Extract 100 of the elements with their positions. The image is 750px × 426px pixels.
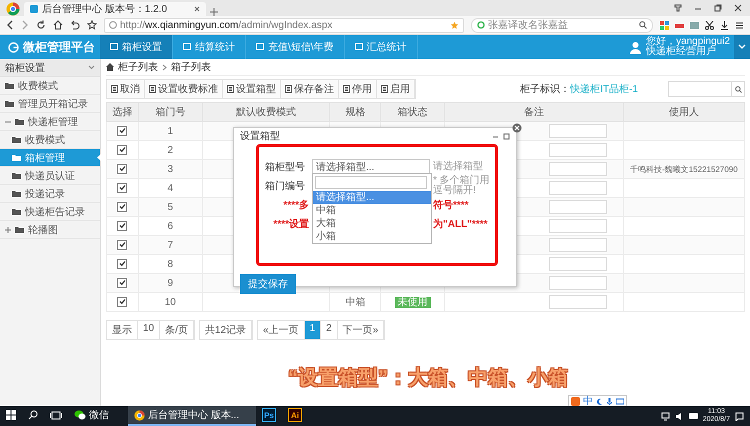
remark-field[interactable] (549, 238, 608, 252)
notification-icon[interactable] (735, 412, 744, 420)
checkbox[interactable] (117, 144, 128, 155)
checkbox[interactable] (117, 296, 128, 307)
close-icon[interactable] (734, 4, 742, 12)
folder-icon (15, 226, 24, 233)
sidebar-item[interactable]: 快递员认证 (0, 167, 100, 185)
sidebar-item[interactable]: 收费模式 (0, 77, 100, 95)
search-icon[interactable] (639, 21, 647, 29)
search-icon[interactable] (734, 86, 742, 92)
remark-field[interactable] (549, 143, 608, 157)
dropdown-option[interactable]: 小箱 (313, 230, 431, 243)
sidebar-item[interactable]: 投递记录 (0, 185, 100, 203)
toolbar-button[interactable]: 保存备注 (281, 80, 339, 98)
checkmark-icon (118, 127, 126, 134)
sidebar-header[interactable]: 箱柜设置 (0, 59, 100, 77)
toolbar-button[interactable]: 停用 (339, 80, 377, 98)
checkmark-icon (118, 260, 126, 268)
user-role: 快递柜经营用户 (646, 47, 716, 57)
scissors-icon[interactable] (705, 20, 714, 30)
door-number: 10 (164, 296, 176, 308)
toolbar-button[interactable]: 启用 (377, 80, 415, 98)
close-icon[interactable] (512, 123, 522, 133)
back-icon[interactable] (6, 20, 14, 30)
page-link[interactable]: 2 (321, 321, 338, 339)
menu-icon[interactable] (735, 20, 744, 30)
remark-field[interactable] (549, 276, 608, 290)
document-icon (111, 85, 118, 93)
document-icon (343, 85, 350, 93)
home-icon[interactable] (53, 20, 63, 30)
star-icon[interactable] (87, 20, 97, 30)
restore-icon[interactable] (714, 4, 722, 12)
remark-field[interactable] (549, 219, 608, 233)
search-field[interactable]: 张嘉译改名张嘉益 (471, 18, 653, 32)
browser-logo-icon[interactable] (6, 2, 20, 16)
download-icon[interactable] (720, 20, 729, 30)
apps-grid-icon[interactable] (660, 20, 669, 30)
reload-icon[interactable] (36, 20, 46, 30)
undo-icon[interactable] (70, 20, 80, 30)
nav-icon (256, 43, 264, 51)
nav-tab[interactable]: 箱柜设置 (100, 35, 173, 59)
sidebar-item[interactable]: 快递柜管理 (0, 113, 100, 131)
search-field[interactable] (668, 81, 745, 97)
next-page-link[interactable]: 下一页» (338, 321, 384, 339)
dropdown-search-field[interactable] (315, 176, 427, 189)
close-icon[interactable] (194, 6, 200, 12)
checkbox[interactable] (117, 258, 128, 269)
status-badge: 未使用 (394, 297, 431, 308)
sidebar-item[interactable]: 管理员开箱记录 (0, 95, 100, 113)
ime-toolbar[interactable]: 中 (568, 395, 627, 407)
taskbar-app[interactable]: Ps (256, 406, 282, 426)
maximize-icon[interactable] (503, 132, 510, 140)
taskbar-app[interactable]: Ai (282, 406, 308, 426)
dropdown-option[interactable]: 中箱 (313, 204, 431, 217)
browser-tab[interactable]: 后台管理中心 版本号：1.2.0 (24, 2, 206, 16)
column-header: 使用人 (623, 102, 744, 122)
submit-button[interactable]: 提交保存 (240, 274, 296, 294)
door-number: 5 (168, 202, 174, 212)
chevron-down-icon[interactable] (738, 44, 746, 50)
folder-icon (12, 154, 21, 161)
video-caption: “设置箱型”：大箱、中箱、小箱 (288, 366, 568, 390)
cabinet-label: 柜子标识： (520, 82, 570, 96)
checkbox[interactable] (117, 182, 128, 193)
page-size-field[interactable]: 10 (138, 321, 160, 339)
remark-field[interactable] (549, 257, 608, 271)
address-field[interactable]: http://wx.qianmingyun.com/admin/wgIndex.aspx (104, 18, 464, 32)
remark-field[interactable] (549, 162, 608, 176)
checkbox[interactable] (117, 164, 128, 174)
checkbox[interactable] (117, 220, 128, 231)
sogou-icon (571, 396, 580, 406)
checkbox[interactable] (117, 278, 128, 288)
taskbar-app[interactable]: 后台管理中心 版本... (128, 406, 256, 426)
remark-field[interactable] (549, 200, 608, 214)
browser-logo-icon (134, 410, 145, 420)
toolbar-button[interactable]: 设置收费标准 (145, 80, 223, 98)
field-hint: 请选择箱型 (433, 162, 484, 172)
toolbar-button[interactable]: 取消 (107, 80, 145, 98)
document-icon (149, 85, 156, 93)
dropdown-option[interactable]: 大箱 (313, 217, 431, 230)
breadcrumb-link[interactable]: 箱子列表 (171, 60, 211, 74)
checkbox[interactable] (117, 240, 128, 250)
checkbox[interactable] (117, 202, 128, 212)
windows-icon (6, 410, 16, 420)
sidebar-item[interactable]: 轮播图 (0, 221, 100, 239)
user-greeting: 您好，yangpingui2 (646, 37, 730, 47)
checkbox[interactable] (117, 126, 128, 136)
record-count: 共12记录 (200, 321, 252, 339)
remark-field[interactable] (549, 181, 608, 195)
globe-icon (109, 21, 117, 29)
remark-field[interactable] (549, 124, 608, 138)
toolbar-button[interactable]: 设置箱型 (223, 80, 281, 98)
chevron-down-icon (88, 65, 95, 70)
sidebar-item[interactable]: 快递柜告记录 (0, 203, 100, 221)
star-icon[interactable] (450, 20, 459, 30)
breadcrumb-link[interactable]: 柜子列表 (118, 60, 158, 74)
plus-icon[interactable] (210, 8, 218, 16)
remark-field[interactable] (549, 295, 608, 309)
warning-note: ****设置 (273, 218, 309, 230)
taskbar-app[interactable]: 微信 (68, 406, 128, 426)
search-engine-icon (477, 21, 485, 29)
